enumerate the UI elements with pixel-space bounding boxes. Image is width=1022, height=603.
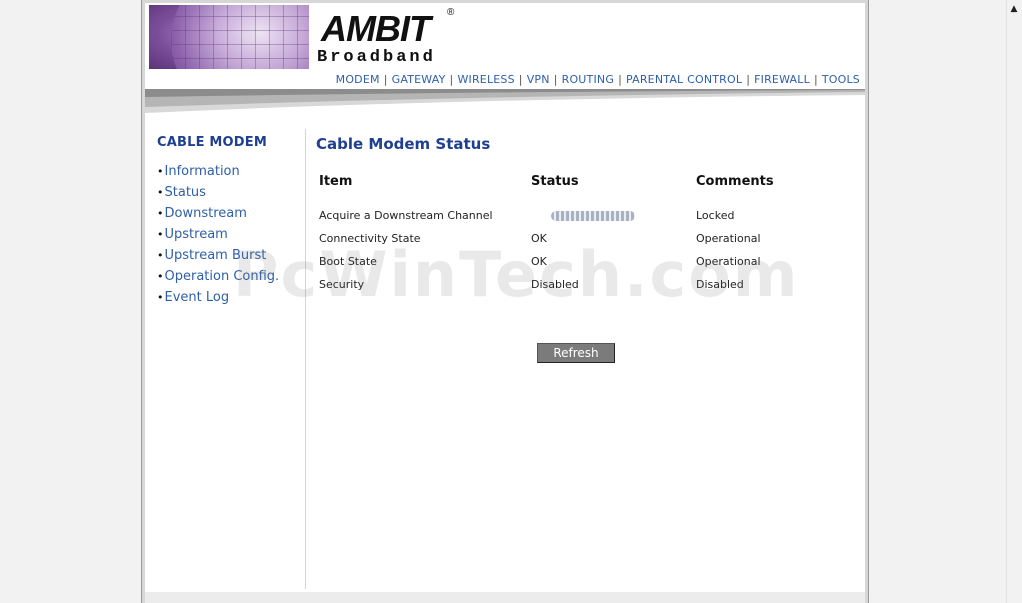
table-header-row: Item Status Comments — [317, 171, 857, 205]
router-page: AMBIT ® Broadband MODEM | GATEWAY | WIRELESS… — [145, 3, 865, 603]
table-row: Acquire a Downstream Channel Locked — [317, 205, 857, 228]
column-header-comments: Comments — [696, 174, 774, 189]
ambit-logo: AMBIT ® Broadband — [317, 7, 467, 67]
redacted-status-scribble — [551, 211, 635, 221]
bullet-icon: • — [157, 270, 164, 283]
bullet-icon: • — [157, 228, 164, 241]
logo-subtitle: Broadband — [317, 48, 436, 67]
sidebar-title: CABLE MODEM — [157, 135, 267, 150]
row-comment: Locked — [696, 209, 735, 222]
sidebar-item-status: •Status — [157, 182, 307, 203]
sidebar-link-upstream[interactable]: Upstream — [165, 227, 228, 242]
nav-gateway[interactable]: GATEWAY — [392, 73, 446, 86]
logo-wordmark: AMBIT — [321, 8, 431, 49]
nav-tools[interactable]: TOOLS — [822, 73, 860, 86]
bullet-icon: • — [157, 207, 164, 220]
sidebar-item-downstream: •Downstream — [157, 203, 307, 224]
globe-banner-image — [149, 5, 309, 69]
nav-routing[interactable]: ROUTING — [562, 73, 614, 86]
nav-modem[interactable]: MODEM — [336, 73, 380, 86]
row-status — [529, 205, 694, 228]
column-header-item: Item — [319, 174, 353, 189]
bullet-icon: • — [157, 186, 164, 199]
sidebar-link-status[interactable]: Status — [165, 185, 206, 200]
nav-separator: | — [518, 73, 523, 86]
nav-wireless[interactable]: WIRELESS — [457, 73, 514, 86]
nav-separator: | — [813, 73, 818, 86]
sidebar-item-information: •Information — [157, 161, 307, 182]
bullet-icon: • — [157, 291, 164, 304]
refresh-button[interactable]: Refresh — [537, 343, 615, 363]
nav-separator: | — [618, 73, 622, 86]
nav-firewall[interactable]: FIREWALL — [754, 73, 810, 86]
scroll-up-arrow-icon[interactable]: ▲ — [1007, 2, 1021, 16]
header-swoosh-divider — [145, 89, 865, 113]
logo-registered-mark: ® — [447, 7, 455, 18]
sidebar-link-event-log[interactable]: Event Log — [165, 290, 230, 305]
nav-separator: | — [383, 73, 388, 86]
column-header-status: Status — [531, 174, 579, 189]
row-item: Acquire a Downstream Channel — [319, 209, 493, 222]
nav-parental-control[interactable]: PARENTAL CONTROL — [626, 73, 742, 86]
bullet-icon: • — [157, 165, 164, 178]
vertical-scrollbar[interactable] — [1006, 0, 1022, 603]
nav-separator: | — [553, 73, 558, 86]
page-bottom-strip — [145, 592, 865, 603]
watermark: PcWinTech.com — [233, 238, 800, 311]
sidebar-link-downstream[interactable]: Downstream — [165, 206, 247, 221]
nav-separator: | — [449, 73, 454, 86]
top-navigation: MODEM | GATEWAY | WIRELESS | VPN | ROUTING | PAREN… — [336, 73, 860, 87]
nav-vpn[interactable]: VPN — [527, 73, 550, 86]
nav-separator: | — [746, 73, 751, 86]
sidebar-link-information[interactable]: Information — [165, 164, 240, 179]
sidebar-divider — [305, 129, 306, 589]
page-title: Cable Modem Status — [316, 135, 491, 153]
bullet-icon: • — [157, 249, 164, 262]
